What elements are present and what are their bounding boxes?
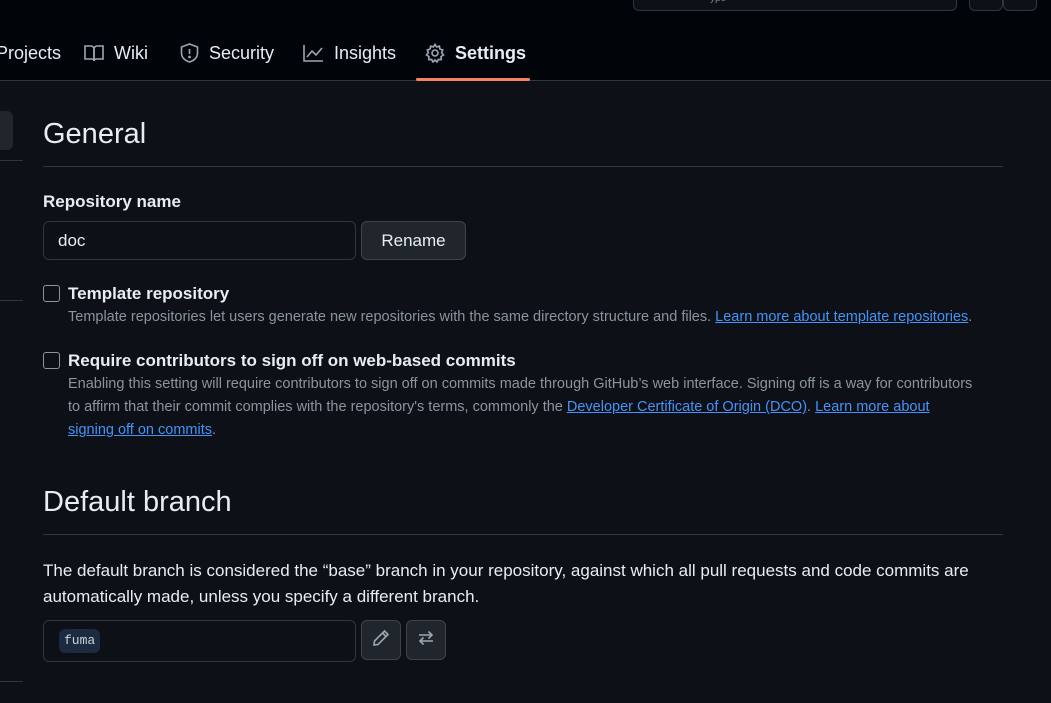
sidebar-divider	[0, 681, 23, 682]
template-repo-title: Template repository	[68, 284, 230, 303]
header-button-right[interactable]	[1003, 0, 1037, 11]
rename-branch-button[interactable]	[361, 620, 401, 660]
default-branch-field: fuma	[43, 620, 356, 662]
period: .	[212, 422, 217, 438]
period: .	[807, 399, 812, 415]
default-branch-heading: Default branch	[43, 486, 232, 518]
tab-label: Insights	[334, 42, 397, 63]
signoff-title: Require contributors to sign off on web-…	[68, 351, 516, 370]
repo-header: ype Projects Wiki Secu	[0, 0, 1051, 81]
tab-insights[interactable]: Insights	[303, 38, 396, 68]
search-hint: ype	[710, 0, 730, 3]
template-learn-more-link[interactable]: Learn more about template repositories	[715, 309, 968, 325]
template-repo-description: Template repositories let users generate…	[68, 306, 1008, 329]
sidebar-divider	[0, 300, 23, 301]
tab-wiki[interactable]: Wiki	[84, 38, 148, 68]
rename-button[interactable]: Rename	[361, 221, 466, 260]
tab-projects[interactable]: Projects	[0, 38, 61, 68]
gear-icon	[425, 43, 445, 63]
template-desc-text: Template repositories let users generate…	[68, 309, 712, 325]
repo-name-label: Repository name	[43, 192, 181, 211]
sidebar-active-item[interactable]	[0, 111, 13, 150]
default-branch-description: The default branch is considered the “ba…	[43, 561, 969, 606]
repo-name-input[interactable]	[43, 221, 356, 260]
switch-branch-button[interactable]	[406, 620, 446, 660]
shield-icon	[180, 43, 199, 63]
book-icon	[84, 44, 104, 62]
dco-link[interactable]: Developer Certificate of Origin (DCO)	[567, 399, 807, 415]
pencil-icon	[372, 629, 390, 652]
arrow-switch-icon	[417, 630, 435, 651]
signoff-description: Enabling this setting will require contr…	[68, 373, 973, 442]
header-button-left[interactable]	[969, 0, 1003, 11]
tab-security[interactable]: Security	[180, 38, 274, 68]
active-tab-indicator	[416, 78, 530, 81]
branch-name: fuma	[59, 629, 101, 653]
graph-icon	[303, 44, 324, 62]
tab-label: Settings	[455, 42, 527, 63]
settings-page: ype Projects Wiki Secu	[0, 0, 1051, 703]
search-input[interactable]: ype	[633, 0, 957, 11]
tab-label: Wiki	[114, 42, 148, 63]
sidebar-divider	[0, 160, 23, 161]
tab-settings[interactable]: Settings	[425, 38, 526, 68]
general-heading: General	[43, 118, 147, 150]
tab-label: Projects	[0, 42, 62, 63]
template-repo-checkbox[interactable]	[43, 285, 60, 302]
tab-label: Security	[209, 42, 275, 63]
section-divider	[43, 534, 1003, 535]
signoff-checkbox[interactable]	[43, 352, 60, 369]
period: .	[968, 309, 973, 325]
section-divider	[43, 166, 1003, 167]
